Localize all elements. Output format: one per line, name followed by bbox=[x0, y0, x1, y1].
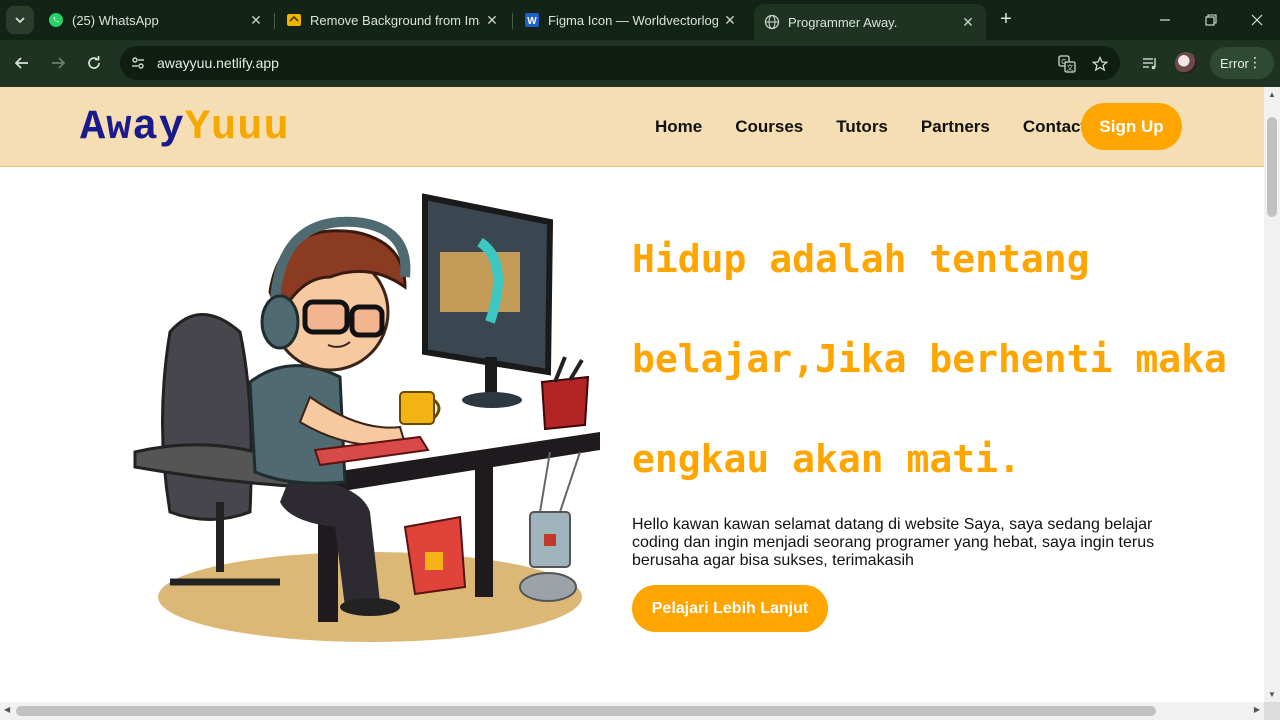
star-icon bbox=[1092, 56, 1108, 72]
scrollbar-thumb[interactable] bbox=[1267, 117, 1277, 217]
playlist-icon bbox=[1143, 58, 1156, 70]
address-bar[interactable]: awayyuu.netlify.app G文 bbox=[120, 46, 1120, 80]
translate-icon: G文 bbox=[1058, 55, 1076, 73]
globe-icon bbox=[764, 14, 780, 30]
site-info-button[interactable] bbox=[128, 53, 148, 73]
arrow-left-icon bbox=[14, 57, 28, 69]
tab-search-button[interactable] bbox=[6, 6, 34, 34]
main-nav: Home Courses Tutors Partners Contact bbox=[655, 87, 1119, 167]
tune-icon bbox=[132, 57, 144, 69]
svg-text:文: 文 bbox=[1067, 63, 1074, 72]
close-icon[interactable]: ✕ bbox=[248, 12, 264, 28]
learn-more-button[interactable]: Pelajari Lebih Lanjut bbox=[632, 585, 828, 632]
reload-icon bbox=[88, 56, 100, 69]
hero-title-line: belajar,Jika berhenti maka bbox=[632, 337, 1227, 381]
hero-description: Hello kawan kawan selamat datang di webs… bbox=[632, 516, 1155, 569]
hero-title-line: engkau akan mati. bbox=[632, 437, 1021, 481]
vertical-scrollbar[interactable]: ▲ ▼ bbox=[1264, 87, 1280, 702]
back-button[interactable] bbox=[11, 52, 33, 74]
url-text[interactable]: awayyuu.netlify.app bbox=[157, 55, 279, 71]
horizontal-scrollbar[interactable]: ◀ ▶ bbox=[0, 702, 1264, 720]
svg-text:W: W bbox=[527, 16, 537, 27]
scrollbar-thumb[interactable] bbox=[16, 706, 1156, 716]
restore-button[interactable] bbox=[1201, 10, 1221, 30]
site-logo[interactable]: AwayYuuu bbox=[80, 103, 290, 151]
tab-whatsapp[interactable]: (25) WhatsApp ✕ bbox=[48, 6, 264, 34]
forward-button[interactable] bbox=[47, 52, 69, 74]
logo-part-yuuu: Yuuu bbox=[184, 103, 290, 151]
chevron-down-icon bbox=[15, 17, 25, 24]
error-label: Error bbox=[1220, 55, 1249, 71]
close-icon[interactable]: ✕ bbox=[722, 12, 738, 28]
translate-button[interactable]: G文 bbox=[1058, 55, 1076, 73]
whatsapp-icon bbox=[49, 13, 63, 27]
page-viewport: AwayYuuu Home Courses Tutors Partners Co… bbox=[0, 87, 1264, 702]
scroll-down-icon[interactable]: ▼ bbox=[1268, 690, 1276, 699]
programmer-illustration bbox=[133, 193, 600, 642]
nav-partners[interactable]: Partners bbox=[921, 117, 990, 137]
close-icon[interactable]: ✕ bbox=[960, 14, 976, 30]
signup-button[interactable]: Sign Up bbox=[1081, 103, 1182, 150]
scroll-left-icon[interactable]: ◀ bbox=[4, 705, 10, 714]
word-icon: W bbox=[525, 13, 539, 27]
arrow-right-icon bbox=[52, 57, 66, 69]
more-vert-icon: ⋮ bbox=[1248, 54, 1262, 70]
hero-title-line: Hidup adalah tentang bbox=[632, 237, 1090, 281]
logo-part-away: Away bbox=[80, 103, 185, 151]
close-window-button[interactable] bbox=[1247, 10, 1267, 30]
browser-tabstrip: (25) WhatsApp ✕ Remove Background from I… bbox=[0, 0, 1280, 40]
close-icon bbox=[1251, 14, 1263, 26]
scrollbar-corner bbox=[1264, 702, 1280, 720]
tab-programmer-away[interactable]: Programmer Away. ✕ bbox=[754, 4, 986, 40]
nav-courses[interactable]: Courses bbox=[735, 117, 803, 137]
tab-separator bbox=[274, 13, 275, 29]
tab-title: (25) WhatsApp bbox=[72, 12, 159, 28]
tab-title: Figma Icon — Worldvectorlogo bbox=[548, 12, 718, 28]
tab-separator bbox=[512, 13, 513, 29]
tab-figma-icon[interactable]: W Figma Icon — Worldvectorlogo ✕ bbox=[524, 6, 738, 34]
minimize-icon bbox=[1160, 19, 1170, 21]
browser-toolbar: awayyuu.netlify.app G文 Error ⋮ bbox=[0, 40, 1280, 86]
tab-title: Programmer Away. bbox=[788, 14, 898, 30]
error-button[interactable]: Error ⋮ bbox=[1210, 47, 1274, 79]
reload-button[interactable] bbox=[83, 52, 105, 74]
nav-contact[interactable]: Contact bbox=[1023, 117, 1086, 137]
media-control-button[interactable] bbox=[1139, 52, 1161, 74]
nav-tutors[interactable]: Tutors bbox=[836, 117, 888, 137]
scroll-right-icon[interactable]: ▶ bbox=[1254, 705, 1260, 714]
tab-title: Remove Background from Imag bbox=[310, 12, 480, 28]
tab-removebg[interactable]: Remove Background from Imag ✕ bbox=[286, 6, 500, 34]
removebg-icon bbox=[287, 14, 301, 26]
scroll-up-icon[interactable]: ▲ bbox=[1268, 90, 1276, 99]
profile-avatar[interactable] bbox=[1175, 52, 1197, 74]
hero-title: Hidup adalah tentang belajar,Jika berhen… bbox=[632, 209, 1232, 509]
minimize-button[interactable] bbox=[1155, 10, 1175, 30]
close-icon[interactable]: ✕ bbox=[484, 12, 500, 28]
site-header: AwayYuuu Home Courses Tutors Partners Co… bbox=[0, 87, 1264, 167]
nav-home[interactable]: Home bbox=[655, 117, 702, 137]
new-tab-button[interactable]: + bbox=[996, 9, 1016, 30]
restore-icon bbox=[1205, 14, 1217, 26]
bookmark-star-button[interactable] bbox=[1091, 55, 1109, 73]
